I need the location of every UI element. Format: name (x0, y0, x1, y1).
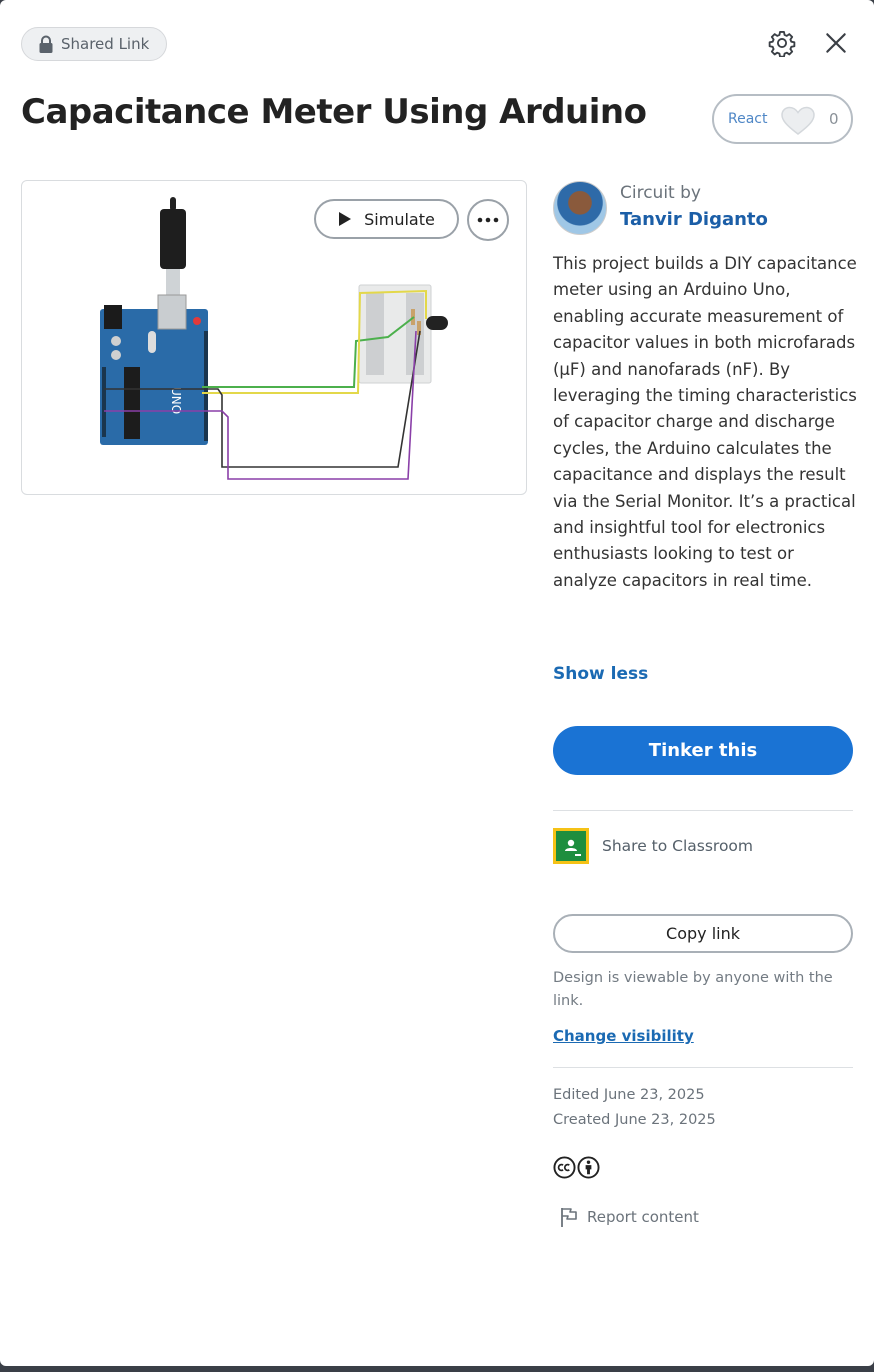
license-badge[interactable] (553, 1156, 600, 1179)
circuit-preview[interactable]: UNO Simulate (21, 180, 527, 495)
change-visibility-link[interactable]: Change visibility (553, 1027, 694, 1045)
react-button[interactable]: React 0 (712, 94, 853, 144)
circuit-by-label: Circuit by (620, 183, 701, 203)
simulate-button[interactable]: Simulate (314, 199, 459, 239)
share-to-classroom-button[interactable]: Share to Classroom (553, 828, 753, 864)
design-modal: Shared Link Capacitance Meter Using Ardu… (0, 0, 874, 1366)
author-name-link[interactable]: Tanvir Diganto (620, 204, 768, 236)
edited-date: Edited June 23, 2025 (553, 1087, 705, 1103)
react-count: 0 (829, 110, 839, 128)
gear-icon[interactable] (768, 29, 796, 57)
description-text: This project builds a DIY capacitance me… (553, 254, 857, 590)
copy-link-button[interactable]: Copy link (553, 914, 853, 953)
divider (553, 810, 853, 811)
cc-icon (553, 1156, 576, 1179)
report-content-label: Report content (587, 1208, 699, 1226)
more-options-button[interactable] (467, 199, 509, 241)
report-content-link[interactable]: Report content (559, 1206, 699, 1228)
attribution-icon (577, 1156, 600, 1179)
divider (553, 1067, 853, 1068)
page-title: Capacitance Meter Using Arduino (21, 92, 647, 132)
react-label: React (728, 111, 768, 127)
tinker-this-button[interactable]: Tinker this (553, 726, 853, 775)
visibility-note: Design is viewable by anyone with the li… (553, 970, 833, 1009)
svg-text:UNO: UNO (169, 387, 183, 414)
close-icon[interactable] (823, 30, 849, 56)
simulate-label: Simulate (364, 209, 435, 229)
shared-link-label: Shared Link (61, 35, 150, 53)
lock-icon (39, 35, 53, 53)
play-icon (339, 212, 352, 226)
share-to-classroom-label: Share to Classroom (602, 837, 754, 855)
show-less-link[interactable]: Show less (553, 664, 648, 684)
author-block: Circuit by Tanvir Diganto (553, 181, 768, 236)
avatar[interactable] (553, 181, 607, 235)
heart-icon (781, 106, 815, 135)
flag-icon (561, 1208, 577, 1227)
google-classroom-icon (553, 828, 589, 864)
more-icon (477, 217, 499, 223)
shared-link-badge[interactable]: Shared Link (21, 27, 168, 61)
created-date: Created June 23, 2025 (553, 1112, 716, 1128)
